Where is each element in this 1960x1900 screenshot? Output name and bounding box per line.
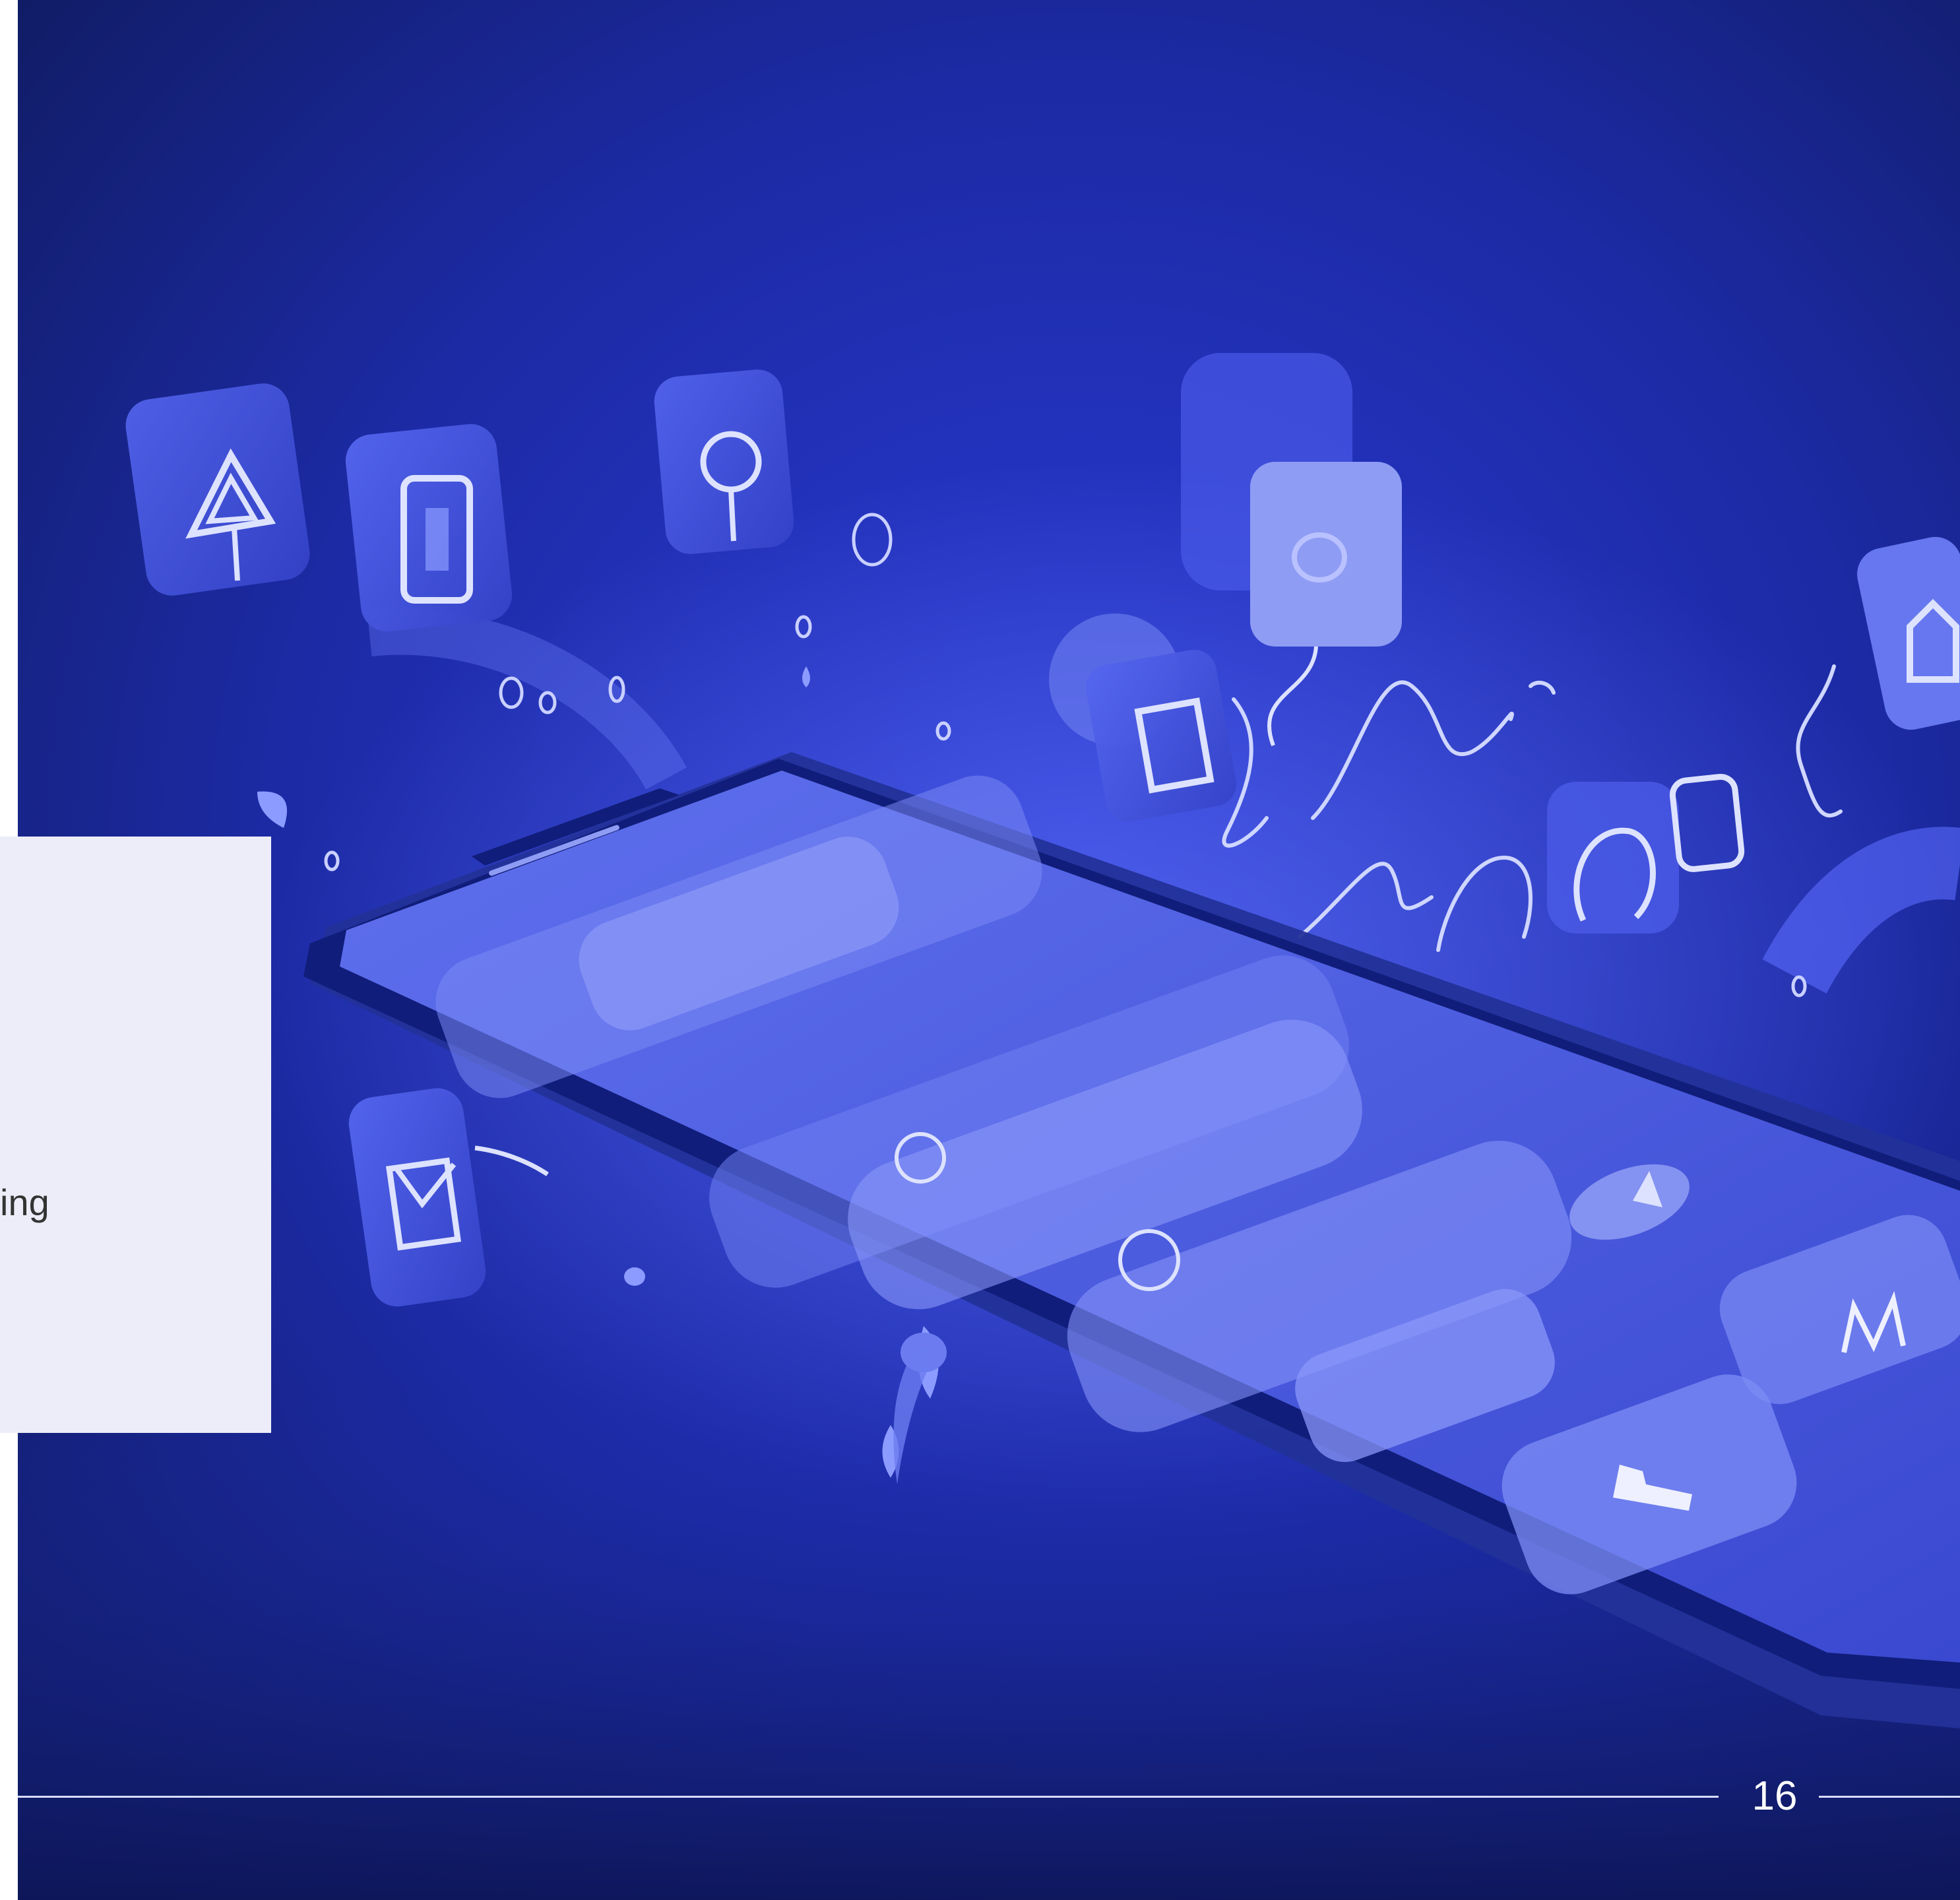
mobile-device-icon [345,424,513,632]
footer-rule [18,1796,1719,1798]
footer-rule-right [1819,1796,1960,1798]
text-panel [0,837,271,1433]
navigation-icon [125,383,310,596]
panel-text: ing [0,1182,49,1223]
page-number: 16 [1752,1773,1798,1819]
location-pin-icon [654,369,794,554]
hero-illustration [0,0,1960,1900]
